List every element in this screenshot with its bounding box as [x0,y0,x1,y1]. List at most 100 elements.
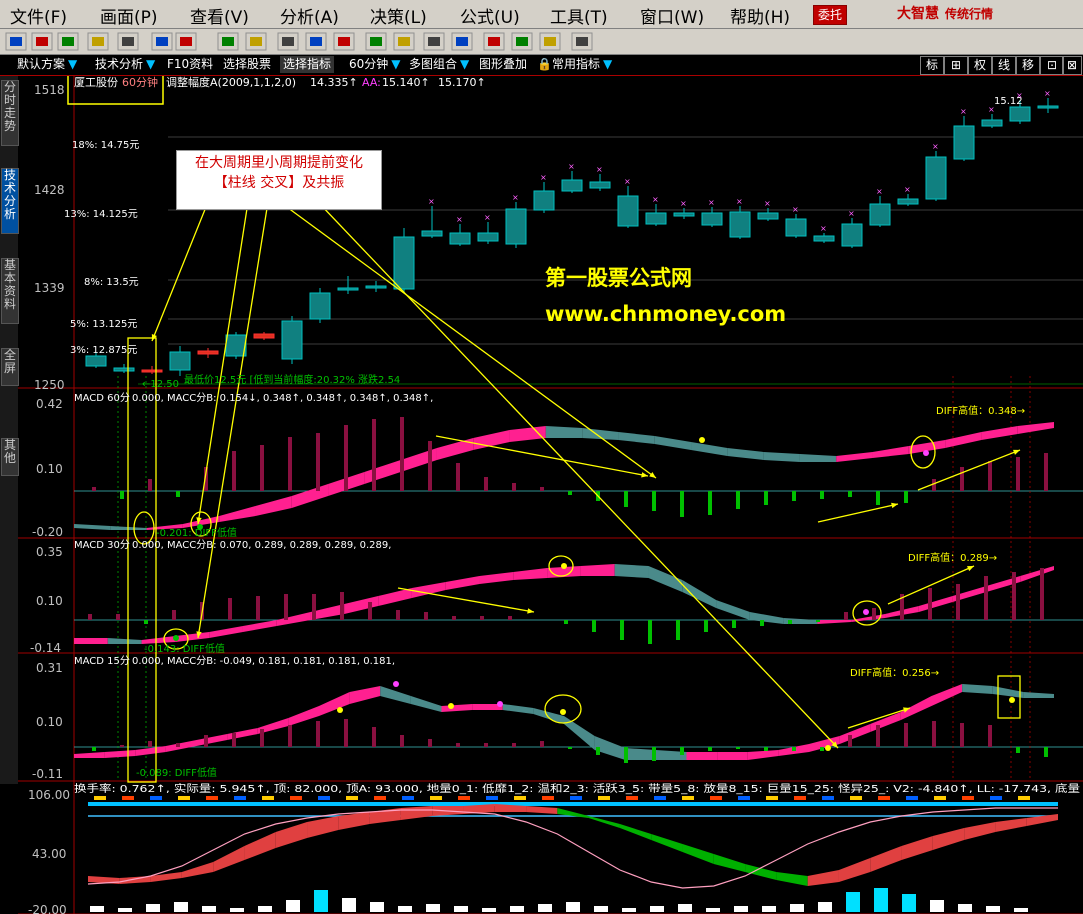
menu-analysis[interactable]: 分析(A) [280,3,339,28]
macd60-title: MACD 60分 [74,392,130,404]
macd60-bar [960,467,964,491]
menu-view-picture[interactable]: 画面(P) [100,3,158,28]
macd60-bar [708,491,712,515]
lefttab-fullscreen[interactable]: 全屏 [1,348,19,386]
macd15-bar [736,747,740,749]
macd30-bar [788,620,792,624]
menu-formula[interactable]: 公式(U) [460,3,520,28]
tab-multi-chart[interactable]: 多图组合 ▼ [406,56,472,73]
macd15-ytick-bottom: -0.11 [32,767,63,781]
tab-common-indicator[interactable]: 🔒常用指标 ▼ [534,56,615,73]
macd60-ribbon-segment [872,446,909,458]
diamond-icon[interactable] [393,32,415,51]
macd15-bar [904,723,908,747]
rsi-icon[interactable] [87,32,109,51]
candle-body [505,208,527,245]
macd30-bar [256,596,260,620]
btn-mark[interactable]: 标 [920,56,944,75]
macd30-ribbon-segment [918,596,953,612]
candle: × [953,107,975,161]
glasses-icon[interactable] [245,32,267,51]
kdj-signal-square [150,796,162,800]
candle-body [1009,106,1031,122]
high-marker: × [624,177,631,186]
menu-decision[interactable]: 决策(L) [370,3,427,28]
chart-icon[interactable] [31,32,53,51]
ie-icon[interactable] [483,32,505,51]
macd30-diff-low: -0.143: DIFF低值 [144,642,225,655]
macd15-signal-dot [825,745,831,751]
tab-overlay[interactable]: 图形叠加 [476,56,530,73]
kdj-signal-square [990,796,1002,800]
tab-f10[interactable]: F10资料 [164,56,216,73]
high-marker: × [568,162,575,171]
btn-grid[interactable]: ⊞ [944,56,968,75]
tab-select-stock[interactable]: 选择股票 [220,56,274,73]
macd15-bar [232,733,236,747]
macd60-ribbon-segment [545,426,583,438]
menu-window[interactable]: 窗口(W) [640,3,704,28]
btn-close-panel[interactable]: ⊠ [1062,56,1082,75]
tab-period[interactable]: 60分钟 ▼ [346,56,404,73]
f10b-icon[interactable] [451,32,473,51]
lefttab-technical[interactable]: 技术分析 [1,168,19,234]
macd15-bar [316,721,320,747]
macd60-ribbon-segment [836,452,873,462]
lefttab-basic[interactable]: 基本资料 [1,258,19,324]
tab-select-indicator[interactable]: 选择指标 [280,56,335,73]
calc-icon[interactable] [117,32,139,51]
kdj-signal-square [94,796,106,800]
dollar-icon[interactable] [217,32,239,51]
macd15-bar [428,739,432,747]
menu-file[interactable]: 文件(F) [10,3,67,28]
level-18: 18%: 14.75元 [72,140,139,151]
binoculars-icon[interactable] [305,32,327,51]
tab-tech-analysis[interactable]: 技术分析 ▼ [92,56,158,73]
btn-line[interactable]: 线 [992,56,1016,75]
macd60-ytick-mid: 0.10 [36,462,63,476]
candle-body [981,119,1003,127]
lefttab-timeshare[interactable]: 分时走势 [1,80,19,146]
macd15-values: 0.000, MACC分B: -0.049, 0.181, 0.181, 0.1… [132,655,395,667]
macd15-ribbon-segment [564,716,595,750]
macd30-bar [1040,568,1044,620]
macd15-diff-high: DIFF高值：0.256→ [850,666,939,679]
high-marker: × [596,165,603,174]
menu-tools[interactable]: 工具(T) [550,3,608,28]
books-icon[interactable] [539,32,561,51]
flag-icon[interactable] [277,32,299,51]
menu-help[interactable]: 帮助(H) [730,3,790,28]
candle: × [897,185,919,206]
bell-icon[interactable] [333,32,355,51]
macd15-ribbon-segment [686,752,718,760]
btn-rights[interactable]: 权 [968,56,992,75]
kdj-signal-square [262,796,274,800]
candle [141,366,163,374]
f10-icon[interactable] [423,32,445,51]
tab-scheme[interactable]: 默认方案 ▼ [14,56,80,73]
ruler-icon[interactable] [175,32,197,51]
level-3: 3%: 12.875元 [70,345,137,356]
monitor-icon[interactable] [511,32,533,51]
macd15-bar [1016,747,1020,753]
btn-move[interactable]: 移 [1016,56,1040,75]
kdj-ribbon-segment [244,832,276,860]
crosshair-icon[interactable] [151,32,173,51]
high-marker: × [792,205,799,214]
menu-view[interactable]: 查看(V) [190,3,249,28]
high-marker: × [904,185,911,194]
entrust-button[interactable]: 委托 [813,5,848,25]
table-icon[interactable] [57,32,79,51]
btn-restore[interactable]: ⊡ [1040,56,1064,75]
candle-body [869,203,891,226]
macd30-bar [480,616,484,620]
macd60-ribbon-segment [618,432,655,444]
macd60-bar [848,491,852,497]
help-icon[interactable] [571,32,593,51]
macd15-ribbon-segment [1023,692,1054,698]
lefttab-other[interactable]: 其他 [1,438,19,476]
high-marker: × [512,193,519,202]
note-icon[interactable] [365,32,387,51]
open-icon[interactable] [5,32,27,51]
brand-subtitle: 传统行情 [945,7,994,21]
